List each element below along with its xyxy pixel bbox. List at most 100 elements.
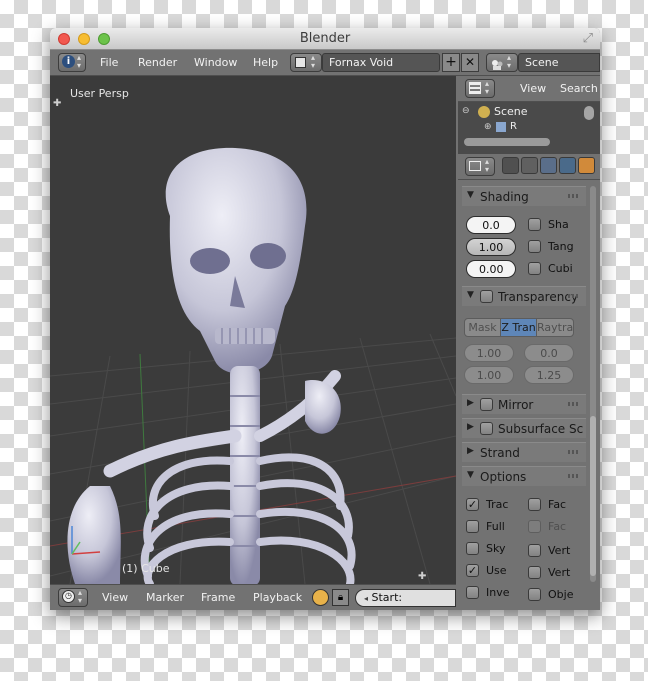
- transparency-mode-raytrace[interactable]: Raytra: [536, 318, 574, 337]
- editor-type-outliner-button[interactable]: ▴ ▾: [465, 79, 495, 98]
- face-textures-alpha-checkbox[interactable]: [528, 520, 541, 533]
- world-tab-icon[interactable]: [540, 157, 557, 174]
- tangent-label: Tang: [548, 240, 574, 253]
- ambient-field[interactable]: 1.00: [466, 238, 516, 256]
- outliner-scene-label[interactable]: Scene: [494, 105, 528, 118]
- drag-grip-icon[interactable]: [568, 474, 580, 478]
- mirror-title: Mirror: [498, 398, 534, 412]
- collapse-icon[interactable]: ⊖: [462, 106, 470, 116]
- mirror-panel-header[interactable]: ▶ Mirror: [462, 394, 586, 414]
- outliner-renderlayer-label[interactable]: R: [510, 121, 517, 132]
- menu-window[interactable]: Window: [194, 56, 237, 69]
- render-layers-icon: [496, 122, 506, 132]
- object-tab-icon[interactable]: [559, 157, 576, 174]
- sky-checkbox[interactable]: [466, 542, 479, 555]
- use-mist-checkbox[interactable]: ✓: [466, 564, 479, 577]
- shadeless-checkbox[interactable]: [528, 218, 541, 231]
- options-panel-header[interactable]: ▼ Options: [462, 466, 586, 486]
- editor-type-timeline-button[interactable]: ◷ ▴ ▾: [58, 588, 88, 607]
- vertex-color-paint-checkbox[interactable]: [528, 544, 541, 557]
- invert-z-checkbox[interactable]: [466, 586, 479, 599]
- screen-layout-selector[interactable]: ▴ ▾: [290, 53, 322, 72]
- screen-layout-name[interactable]: Fornax Void: [322, 53, 440, 72]
- preview-range-button[interactable]: [312, 589, 329, 606]
- drag-grip-icon[interactable]: [568, 294, 580, 298]
- fullscreen-icon[interactable]: ⤢: [583, 31, 593, 46]
- scene-tree-icon: [478, 106, 490, 118]
- info-header: i ▴ ▾ File Render Window Help ▴ ▾ Fornax V…: [50, 50, 600, 76]
- blend-field[interactable]: 1.25: [524, 366, 574, 384]
- blender-window: Blender ⤢ i ▴ ▾ File Render Window Help ▴…: [50, 28, 600, 610]
- subsurface-title: Subsurface Sc: [498, 422, 584, 436]
- transparency-mode-ztransp[interactable]: Z Tran: [500, 318, 537, 337]
- collapsed-triangle-icon: ▶: [467, 446, 474, 456]
- shading-panel-header[interactable]: ▼ Shading: [462, 186, 586, 206]
- emit-field[interactable]: 0.0: [466, 216, 516, 234]
- vertex-color-light-label: Vert: [548, 566, 571, 579]
- timeline-menu-view[interactable]: View: [102, 591, 128, 604]
- menu-render[interactable]: Render: [138, 56, 177, 69]
- transparency-panel-header[interactable]: ▼ Transparency: [462, 286, 586, 306]
- drag-grip-icon[interactable]: [568, 450, 580, 454]
- timeline-menu-playback[interactable]: Playback: [253, 591, 302, 604]
- 3d-viewport[interactable]: User Persp (1) Cube ✚ ✚: [50, 76, 456, 584]
- viewport-corner-tl-icon[interactable]: ✚: [53, 98, 61, 109]
- outliner-icon: [469, 82, 481, 94]
- full-oversampling-checkbox[interactable]: [466, 520, 479, 533]
- drag-grip-icon[interactable]: [568, 194, 580, 198]
- render-tab-icon[interactable]: [502, 157, 519, 174]
- transparency-checkbox[interactable]: [480, 290, 493, 303]
- object-color-checkbox[interactable]: [528, 588, 541, 601]
- object-color-label: Obje: [548, 588, 574, 601]
- alpha-field[interactable]: 1.00: [464, 344, 514, 362]
- fresnel-field[interactable]: 0.0: [524, 344, 574, 362]
- cubic-label: Cubi: [548, 262, 573, 275]
- editor-type-properties-button[interactable]: ▴ ▾: [465, 157, 495, 176]
- collapsed-triangle-icon: ▶: [467, 422, 474, 432]
- updown-icon: ▴ ▾: [311, 53, 316, 70]
- menu-file[interactable]: File: [100, 56, 118, 69]
- menu-help[interactable]: Help: [253, 56, 278, 69]
- traceable-checkbox[interactable]: ✓: [466, 498, 479, 511]
- start-frame-field[interactable]: ◂ Start:: [355, 589, 456, 607]
- lock-icon[interactable]: 🔒︎: [332, 589, 349, 606]
- delete-layout-button[interactable]: ✕: [461, 53, 479, 72]
- timeline-menu-frame[interactable]: Frame: [201, 591, 235, 604]
- outliner-menu-search[interactable]: Search: [560, 82, 598, 95]
- vertex-color-paint-label: Vert: [548, 544, 571, 557]
- transparency-mode-mask[interactable]: Mask: [464, 318, 501, 337]
- subsurface-checkbox[interactable]: [480, 422, 493, 435]
- viewport-corner-br-icon[interactable]: ✚: [418, 571, 426, 582]
- tangent-checkbox[interactable]: [528, 240, 541, 253]
- clock-icon: ◷: [62, 590, 75, 603]
- mirror-checkbox[interactable]: [480, 398, 493, 411]
- editor-type-info-button[interactable]: i ▴ ▾: [58, 53, 86, 72]
- face-textures-checkbox[interactable]: [528, 498, 541, 511]
- add-layout-button[interactable]: +: [442, 53, 460, 72]
- strand-title: Strand: [480, 446, 520, 460]
- specular-field[interactable]: 1.00: [464, 366, 514, 384]
- outliner-menu-view[interactable]: View: [520, 82, 546, 95]
- outliner-header: ▴ ▾ View Search: [458, 76, 600, 102]
- invert-z-label: Inve: [486, 586, 510, 599]
- subsurface-panel-header[interactable]: ▶ Subsurface Sc: [462, 418, 586, 438]
- outliner-vscroll[interactable]: [584, 106, 594, 120]
- expand-icon[interactable]: ⊕: [484, 122, 492, 132]
- outliner-tree: ⊖ Scene ⊕ R: [458, 102, 600, 154]
- translucency-field[interactable]: 0.00: [466, 260, 516, 278]
- material-tab-icon[interactable]: [578, 157, 595, 174]
- properties-scrollbar-thumb[interactable]: [590, 416, 596, 576]
- vertex-color-light-checkbox[interactable]: [528, 566, 541, 579]
- scene-tab-icon[interactable]: [521, 157, 538, 174]
- updown-icon: ▴ ▾: [485, 79, 490, 96]
- scene-name-field[interactable]: Scene: [518, 53, 600, 72]
- timeline-menu-marker[interactable]: Marker: [146, 591, 184, 604]
- window-title: Blender: [299, 31, 351, 46]
- outliner-scrollbar[interactable]: [464, 138, 550, 146]
- strand-panel-header[interactable]: ▶ Strand: [462, 442, 586, 462]
- cubic-checkbox[interactable]: [528, 262, 541, 275]
- properties-header: ▴ ▾: [458, 154, 600, 180]
- drag-grip-icon[interactable]: [568, 402, 580, 406]
- scene-selector[interactable]: ▴ ▾: [486, 53, 518, 72]
- left-arrow-icon: ◂: [364, 594, 369, 603]
